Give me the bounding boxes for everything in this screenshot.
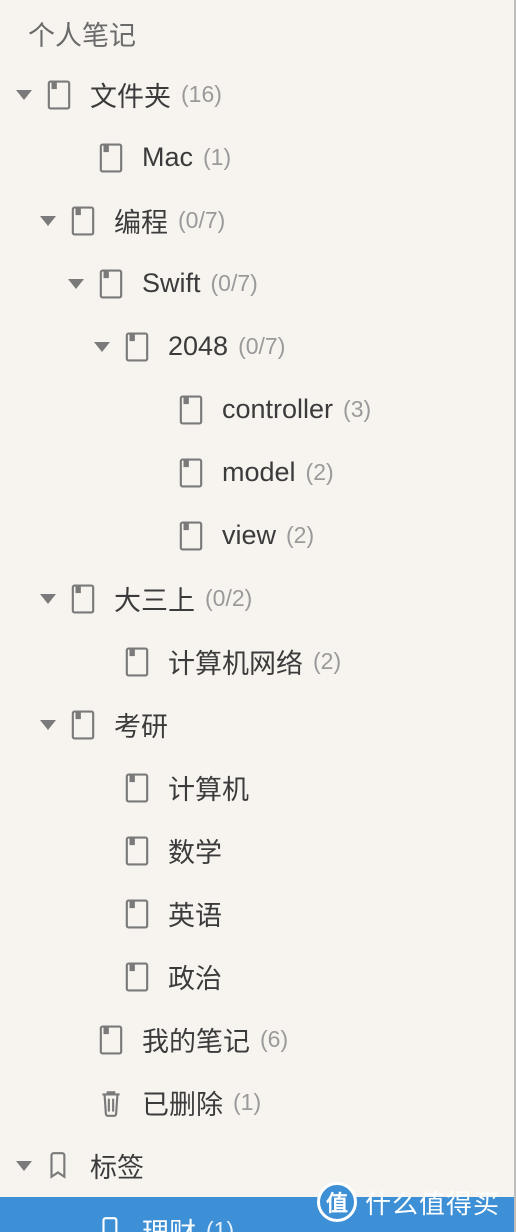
tree-item-count: (1) (233, 1089, 261, 1116)
tree-item-swift[interactable]: Swift (0/7) (0, 252, 514, 315)
tree-item-label: 数学 (168, 831, 222, 870)
tree-item-folders[interactable]: 文件夹 (16) (0, 63, 514, 126)
tree-item-ctrl[interactable]: controller (3) (0, 378, 514, 441)
tree-item-count: (2) (313, 648, 341, 675)
tag-icon (94, 1214, 128, 1232)
tree-item-label: 政治 (168, 957, 222, 996)
notebook-icon (120, 771, 154, 805)
tree-item-net[interactable]: 计算机网络 (2) (0, 630, 514, 693)
tree-item-tags[interactable]: 标签 (0, 1134, 514, 1197)
tree-item-pol[interactable]: 政治 (0, 945, 514, 1008)
tree-item-trash[interactable]: 已删除 (1) (0, 1071, 514, 1134)
tree-item-junior[interactable]: 大三上 (0/2) (0, 567, 514, 630)
notebook-icon (66, 582, 100, 616)
tree-item-label: 编程 (114, 201, 168, 240)
notebook-icon (120, 330, 154, 364)
notebook-icon (94, 267, 128, 301)
disclosure-triangle-icon[interactable] (40, 216, 56, 226)
tree-item-cs[interactable]: 计算机 (0, 756, 514, 819)
tree-item-label: 已删除 (142, 1083, 223, 1122)
disclosure-triangle-icon[interactable] (40, 594, 56, 604)
disclosure-triangle-icon[interactable] (94, 342, 110, 352)
tree-item-math[interactable]: 数学 (0, 819, 514, 882)
tree-item-label: view (222, 520, 276, 551)
notebook-icon (120, 960, 154, 994)
tree-item-g2048[interactable]: 2048 (0/7) (0, 315, 514, 378)
notebook-icon (94, 141, 128, 175)
disclosure-triangle-icon[interactable] (68, 279, 84, 289)
sidebar-header: 个人笔记 (0, 0, 514, 63)
notebook-icon (174, 393, 208, 427)
notebook-icon (120, 645, 154, 679)
tree-item-count: (1) (203, 144, 231, 171)
notebook-icon (120, 897, 154, 931)
notebook-icon (66, 708, 100, 742)
tree-item-eng[interactable]: 英语 (0, 882, 514, 945)
tree-item-label: 我的笔记 (142, 1020, 250, 1059)
notebook-icon (94, 1023, 128, 1057)
tree-item-label: 理财 (142, 1211, 196, 1232)
tree-item-label: model (222, 457, 296, 488)
notebook-icon (66, 204, 100, 238)
tree-item-label: 计算机网络 (168, 642, 303, 681)
tree-item-count: (2) (286, 522, 314, 549)
tree-item-model[interactable]: model (2) (0, 441, 514, 504)
tree-item-label: Swift (142, 268, 201, 299)
tree-item-count: (1) (206, 1217, 234, 1232)
notebook-icon (42, 78, 76, 112)
tree-item-count: (16) (181, 81, 222, 108)
tree-item-coding[interactable]: 编程 (0/7) (0, 189, 514, 252)
tree-item-label: 考研 (114, 705, 168, 744)
tree-item-label: 2048 (168, 331, 228, 362)
tree-item-count: (0/7) (178, 207, 225, 234)
trash-icon (94, 1086, 128, 1120)
disclosure-triangle-icon[interactable] (16, 1161, 32, 1171)
notes-sidebar: 个人笔记 文件夹 (16) Mac (1) 编程 (0/7) Swift (0/7) 2… (0, 0, 516, 1232)
tree-item-count: (6) (260, 1026, 288, 1053)
tree-item-label: Mac (142, 142, 193, 173)
disclosure-triangle-icon[interactable] (16, 90, 32, 100)
tag-icon (42, 1149, 76, 1183)
tree-item-label: 英语 (168, 894, 222, 933)
tree-item-label: 计算机 (168, 768, 249, 807)
notebook-icon (174, 456, 208, 490)
disclosure-triangle-icon[interactable] (40, 720, 56, 730)
tree-item-count: (2) (306, 459, 334, 486)
notebook-icon (174, 519, 208, 553)
tree-item-label: 大三上 (114, 579, 195, 618)
notebook-icon (120, 834, 154, 868)
tree-item-finance[interactable]: 理财 (1) (0, 1197, 514, 1232)
tree-item-label: 文件夹 (90, 75, 171, 114)
tree-item-view[interactable]: view (2) (0, 504, 514, 567)
tree-item-mac[interactable]: Mac (1) (0, 126, 514, 189)
tree-item-count: (0/7) (211, 270, 258, 297)
tree-item-kaoyan[interactable]: 考研 (0, 693, 514, 756)
tree-item-count: (0/2) (205, 585, 252, 612)
tree-item-label: controller (222, 394, 333, 425)
folder-tree: 文件夹 (16) Mac (1) 编程 (0/7) Swift (0/7) 2048 (0… (0, 63, 514, 1232)
tree-item-label: 标签 (90, 1146, 144, 1185)
tree-item-count: (0/7) (238, 333, 285, 360)
tree-item-count: (3) (343, 396, 371, 423)
tree-item-mynotes[interactable]: 我的笔记 (6) (0, 1008, 514, 1071)
